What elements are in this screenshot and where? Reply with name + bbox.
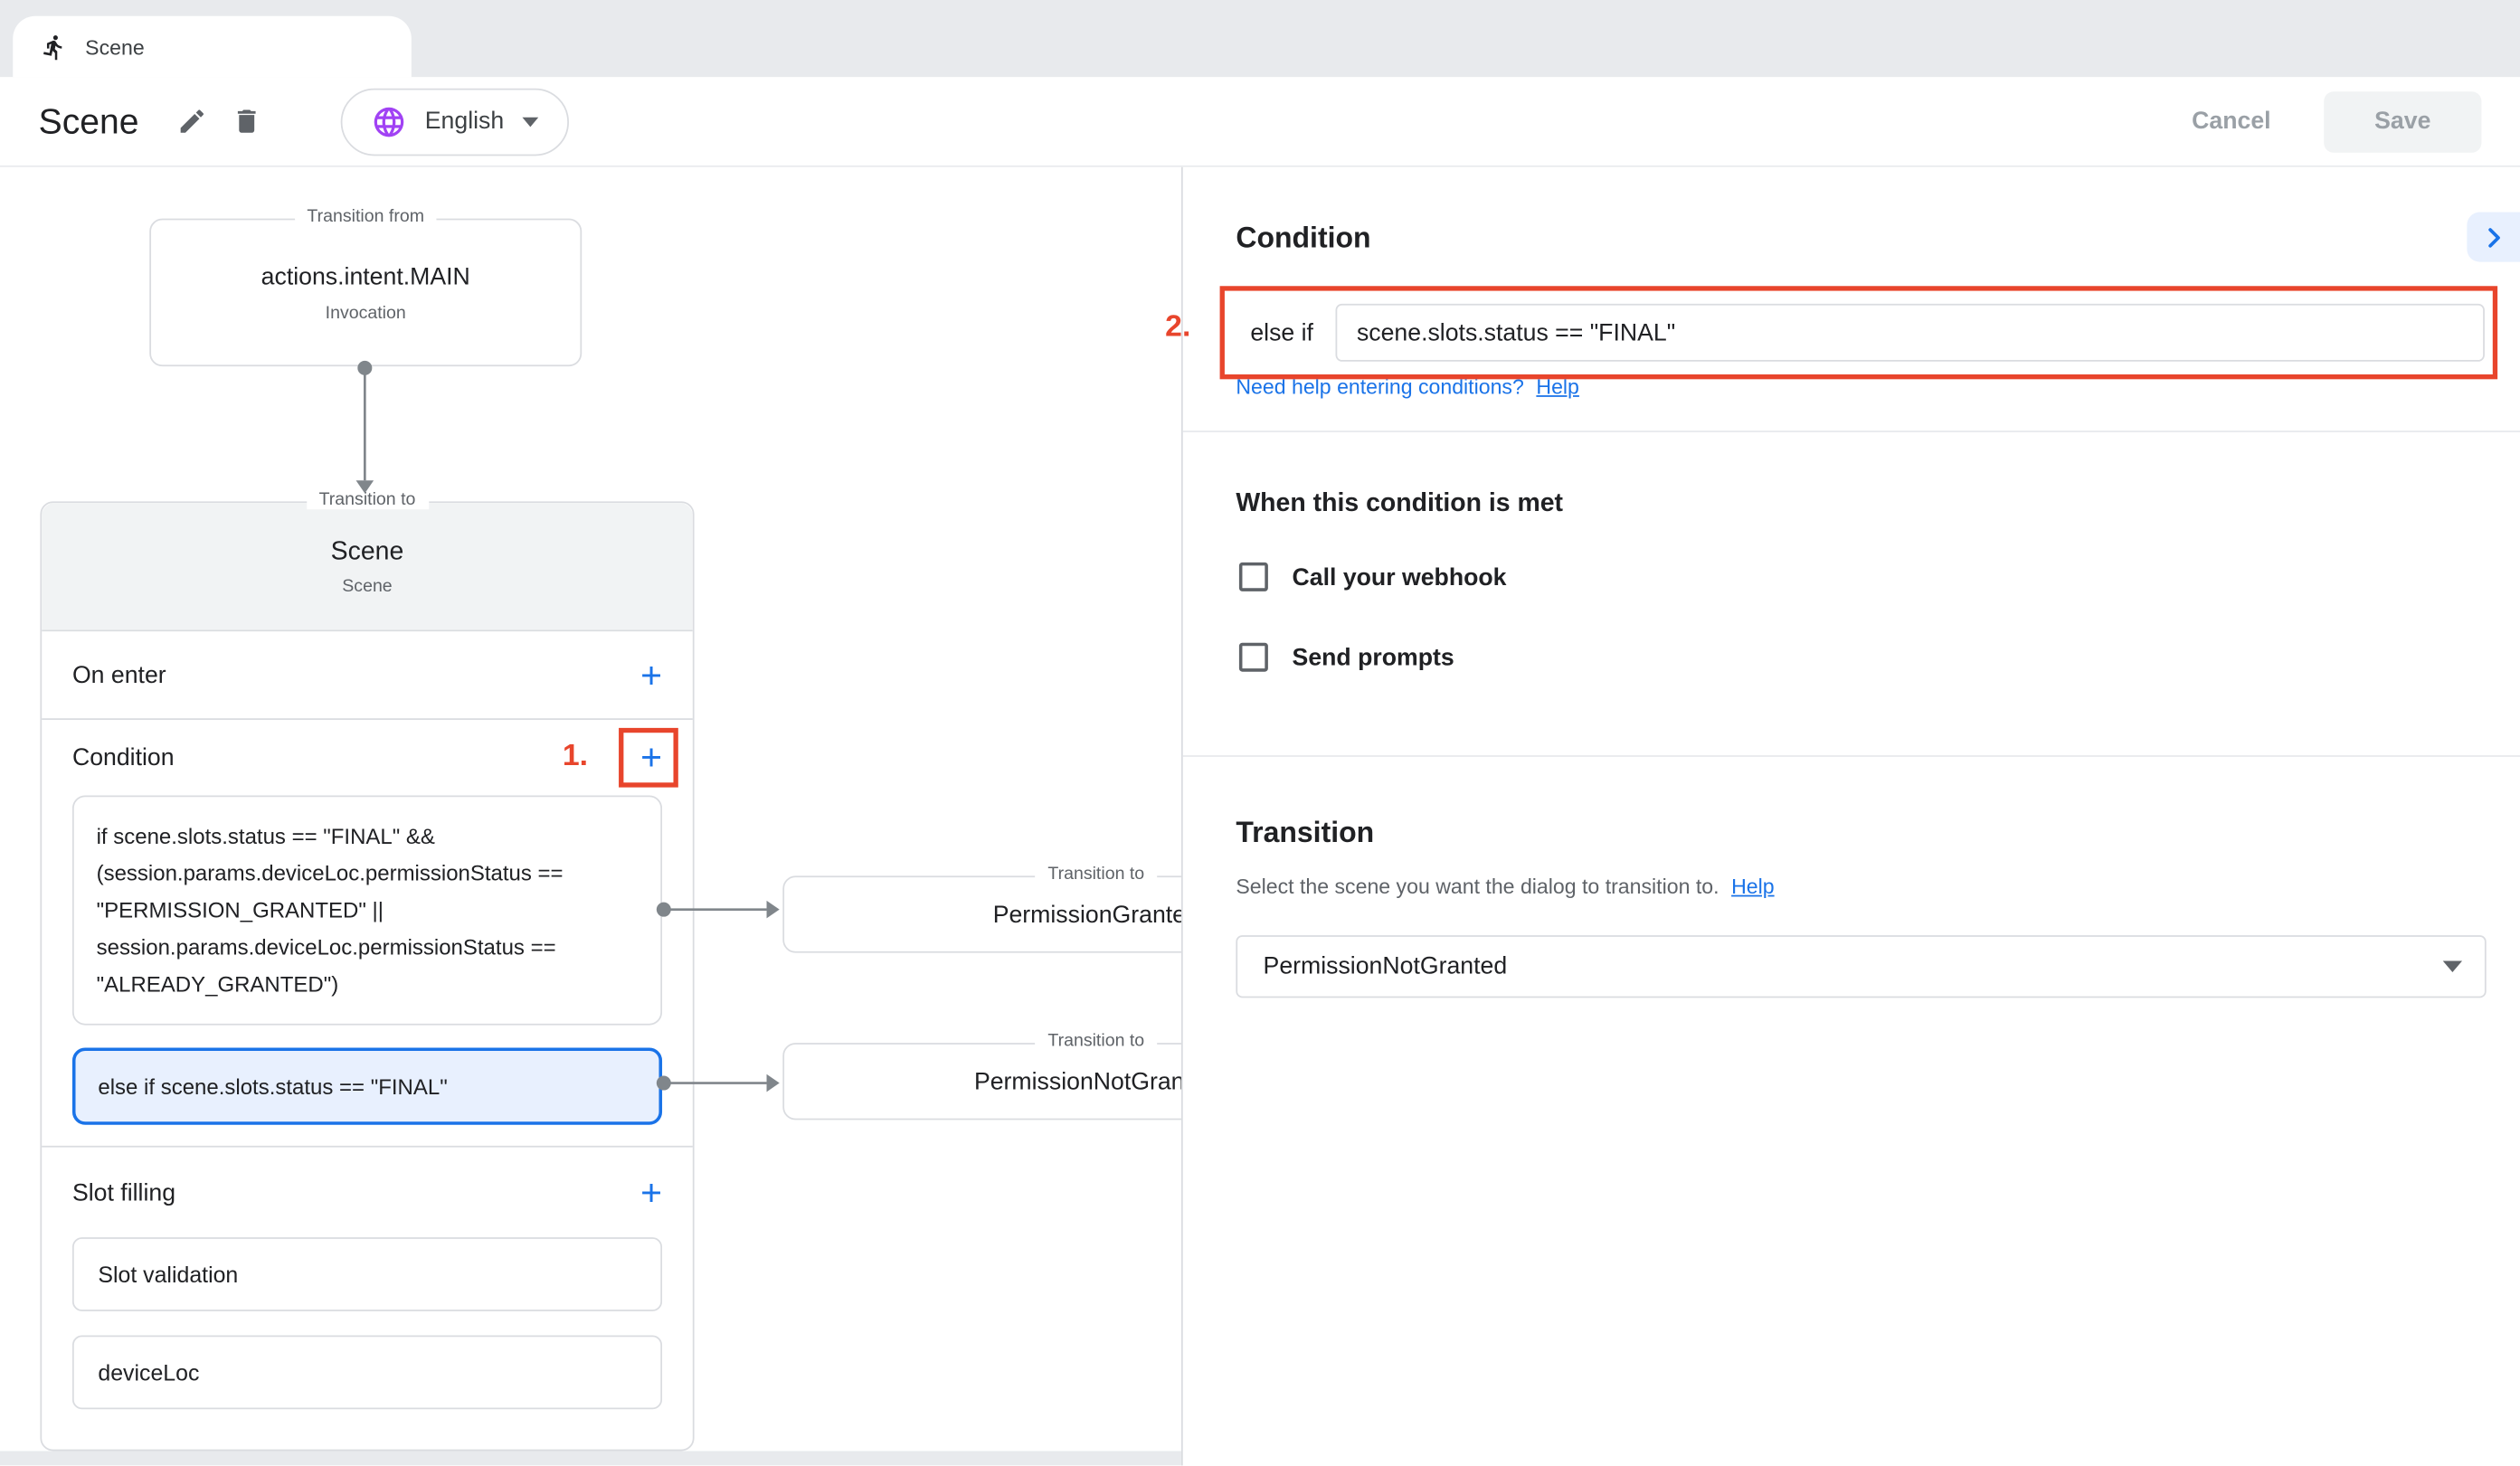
transition-scene-value: PermissionNotGranted	[1264, 953, 1508, 980]
main-content: Transition from actions.intent.MAIN Invo…	[0, 167, 2520, 1466]
webhook-checkbox[interactable]	[1239, 563, 1268, 591]
add-condition-button[interactable]: +	[640, 739, 662, 776]
send-prompts-option-row[interactable]: Send prompts	[1239, 643, 1454, 672]
scene-node-subtitle: Scene	[342, 576, 392, 595]
delete-scene-button[interactable]	[219, 94, 273, 148]
transition-help-link[interactable]: Help	[1731, 875, 1775, 899]
transition-from-legend: Transition from	[294, 207, 437, 226]
webhook-label: Call your webhook	[1293, 563, 1507, 591]
scene-node: Transition to Scene Scene On enter + Con…	[40, 501, 694, 1451]
trash-icon	[232, 106, 262, 137]
transition-description-text: Select the scene you want the dialog to …	[1236, 875, 1719, 899]
intent-name: actions.intent.MAIN	[261, 263, 470, 290]
page-title: Scene	[39, 100, 139, 142]
collapse-panel-button[interactable]	[2467, 213, 2520, 262]
slot-filling-header: Slot filling +	[72, 1148, 662, 1238]
slot-item-deviceloc[interactable]: deviceLoc	[72, 1336, 662, 1410]
condition-label: Condition	[72, 744, 175, 771]
add-slot-button[interactable]: +	[640, 1174, 662, 1211]
language-value: English	[425, 108, 504, 135]
panel-divider-2	[1183, 755, 2520, 757]
select-chevron-down-icon	[2443, 961, 2462, 972]
annotation-step2-box: 2. else if scene.slots.status == "FINAL"	[1220, 286, 2498, 379]
when-met-heading: When this condition is met	[1236, 490, 1563, 519]
condition-input[interactable]: scene.slots.status == "FINAL"	[1336, 304, 2485, 362]
annotation-step1-label: 1.	[563, 739, 588, 774]
condition-item-2-selected[interactable]: else if scene.slots.status == "FINAL"	[72, 1047, 662, 1124]
transition-heading: Transition	[1236, 817, 1374, 850]
transition-description: Select the scene you want the dialog to …	[1236, 875, 1774, 899]
language-selector[interactable]: English	[341, 88, 568, 156]
condition-item-1[interactable]: if scene.slots.status == "FINAL" && (ses…	[72, 796, 662, 1026]
scene-node-title: Scene	[331, 537, 404, 566]
horizontal-scrollbar[interactable]	[0, 1451, 1181, 1465]
webhook-option-row[interactable]: Call your webhook	[1239, 563, 1507, 591]
tab-label: Scene	[85, 34, 145, 59]
chevron-down-icon	[522, 117, 538, 127]
target-name-1: PermissionGranted	[993, 901, 1199, 928]
panel-divider-1	[1183, 430, 2520, 432]
target-legend-2: Transition to	[1035, 1032, 1157, 1051]
condition-section: Condition + if scene.slots.status == "FI…	[42, 720, 693, 1148]
pencil-icon	[176, 106, 207, 137]
add-on-enter-button[interactable]: +	[640, 657, 662, 694]
tab-scene[interactable]: Scene	[13, 16, 412, 78]
actions-person-icon	[40, 33, 67, 60]
slot-filling-label: Slot filling	[72, 1178, 175, 1206]
intent-subtitle: Invocation	[326, 303, 406, 322]
condition-editor-panel: Condition Need help entering conditions?…	[1181, 167, 2520, 1466]
transition-from-node[interactable]: Transition from actions.intent.MAIN Invo…	[149, 219, 582, 366]
slot-filling-section: Slot filling + Slot validation deviceLoc	[42, 1148, 693, 1410]
scene-node-header[interactable]: Scene Scene	[42, 503, 693, 631]
panel-condition-heading: Condition	[1236, 222, 1370, 255]
on-enter-section: On enter +	[42, 631, 693, 720]
annotation-step2-label: 2.	[1165, 310, 1190, 345]
edit-scene-button[interactable]	[165, 94, 219, 148]
send-prompts-checkbox[interactable]	[1239, 643, 1268, 672]
save-button[interactable]: Save	[2324, 90, 2481, 152]
cancel-button[interactable]: Cancel	[2192, 108, 2270, 135]
scene-header: Scene English Cancel Save	[0, 77, 2520, 167]
globe-icon	[372, 104, 407, 139]
target-legend-1: Transition to	[1035, 865, 1157, 884]
else-if-keyword: else if	[1250, 319, 1313, 346]
tab-bar: Scene	[0, 0, 2520, 77]
transition-to-legend: Transition to	[306, 490, 428, 509]
transition-scene-select[interactable]: PermissionNotGranted	[1236, 935, 2486, 998]
on-enter-label: On enter	[72, 661, 166, 688]
chevron-right-icon	[2477, 221, 2510, 253]
send-prompts-label: Send prompts	[1293, 644, 1454, 671]
scene-editor-window: Scene Scene English Cancel Save	[0, 0, 2520, 1465]
slot-item-validation[interactable]: Slot validation	[72, 1237, 662, 1311]
